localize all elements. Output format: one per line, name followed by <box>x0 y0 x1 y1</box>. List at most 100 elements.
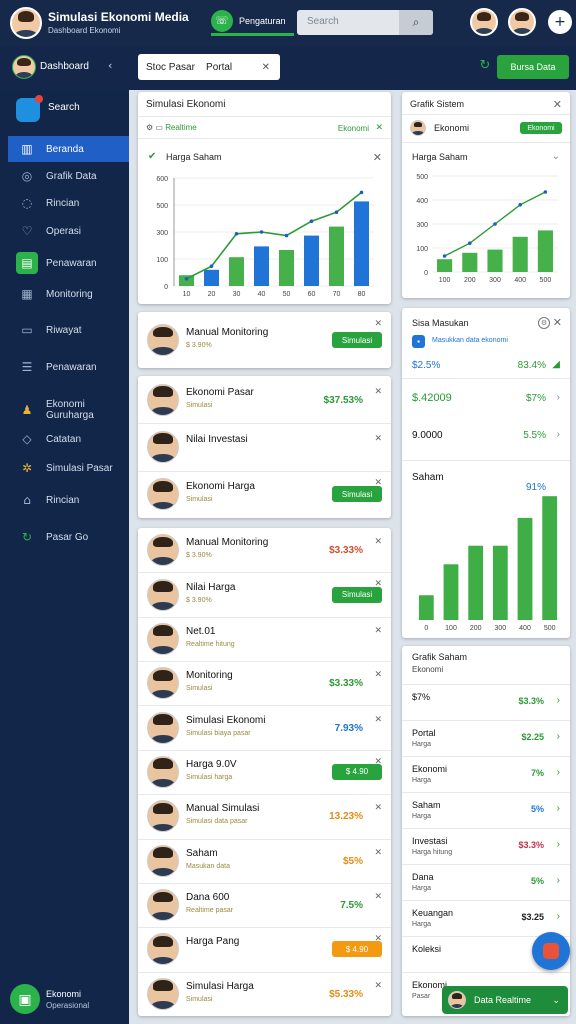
close-icon[interactable]: ✕ <box>374 933 382 944</box>
settings-icon[interactable]: ⚙ <box>538 317 550 329</box>
close-icon[interactable]: ✕ <box>373 151 382 164</box>
list-item[interactable]: Net.01 Realtime hitung ✕ <box>138 616 391 661</box>
close-icon[interactable]: ✕ <box>374 578 382 589</box>
list-item[interactable]: Simulasi Ekonomi Simulasi biaya pasar 7.93… <box>138 705 391 749</box>
sidebar-item-operasi[interactable]: ♡ Operasi <box>8 218 129 244</box>
close-icon[interactable]: ✕ <box>375 122 383 133</box>
sidebar-item-beranda[interactable]: ▥ Beranda <box>8 136 129 162</box>
list-item[interactable]: Dana Harga 5% › <box>402 864 570 900</box>
chevron-right-icon[interactable]: › <box>557 911 560 922</box>
sidebar-item-monitoring[interactable]: ▦ Monitoring <box>8 281 129 307</box>
chevron-left-icon[interactable]: ‹ <box>108 59 112 72</box>
close-icon[interactable]: ✕ <box>374 433 382 444</box>
chevron-right-icon[interactable]: › <box>557 875 560 886</box>
close-icon[interactable]: ✕ <box>374 847 382 858</box>
person-value: $5.33% <box>329 988 363 1000</box>
action-button[interactable]: Simulasi <box>332 332 382 348</box>
filter-select[interactable]: Stoc Pasar Portal ✕ <box>138 54 280 80</box>
close-icon[interactable]: ✕ <box>262 62 270 73</box>
refresh-icon[interactable]: ↻ <box>478 58 492 73</box>
list-item[interactable]: Portal Harga $2.25 › <box>402 720 570 756</box>
close-icon[interactable]: ✕ <box>374 980 382 991</box>
summary-bar-chart: 0 100 200 300 400 500 <box>418 496 558 632</box>
right-chart-title: Grafik Sistem <box>410 99 465 109</box>
close-icon[interactable]: ✕ <box>374 536 382 547</box>
sidebar-item-penawaran-2[interactable]: ☰ Penawaran <box>8 354 129 380</box>
sidebar-item-riwayat[interactable]: ▭ Riwayat <box>8 317 129 343</box>
y-tick-label: 100 <box>156 257 168 264</box>
row-sub: Harga <box>412 741 432 748</box>
sidebar-item-ekonomi[interactable]: ♟ Ekonomi Guruharga <box>8 395 129 425</box>
list-item[interactable]: Investasi Harga hitung $3.3% › <box>402 828 570 864</box>
chevron-right-icon[interactable]: › <box>557 392 560 403</box>
list-item[interactable]: Manual Simulasi Simulasi data pasar 13.23%… <box>138 794 391 838</box>
close-icon[interactable]: ✕ <box>374 756 382 767</box>
list-item[interactable]: Harga Pang $ 4.90 ✕ <box>138 927 391 971</box>
list-item[interactable]: Saham Harga 5% › <box>402 792 570 828</box>
sidebar-item-pasar[interactable]: ↻ Pasar Go <box>8 524 129 550</box>
close-icon[interactable]: ✕ <box>374 802 382 813</box>
list-item[interactable]: Ekonomi Harga Simulasi Simulasi ✕ <box>138 470 391 518</box>
action-button[interactable]: Simulasi <box>332 486 382 503</box>
chevron-right-icon[interactable]: › <box>557 731 560 742</box>
sidebar-item-catatan[interactable]: ◇ Catatan <box>8 426 129 452</box>
list-item[interactable]: Ekonomi Harga 7% › <box>402 756 570 792</box>
list-item[interactable]: Manual Monitoring $ 3.90% Simulasi ✕ <box>138 312 391 368</box>
close-icon[interactable]: ✕ <box>374 891 382 902</box>
badge-button[interactable]: Ekonomi <box>520 122 562 134</box>
sidebar-item-rincian[interactable]: ◌ Rincian <box>8 190 129 216</box>
user-avatar-2[interactable] <box>508 8 536 36</box>
close-icon[interactable]: ✕ <box>374 625 382 636</box>
close-icon[interactable]: ✕ <box>374 714 382 725</box>
chevron-right-icon[interactable]: › <box>557 429 560 440</box>
close-icon[interactable]: ✕ <box>553 316 562 329</box>
close-icon[interactable]: ✕ <box>553 98 562 111</box>
sidebar-logo[interactable] <box>16 95 43 122</box>
sidebar-item-rincian-2[interactable]: ⌂ Rincian <box>8 487 129 513</box>
close-icon[interactable]: ✕ <box>374 318 382 329</box>
chevron-right-icon[interactable]: › <box>557 695 560 706</box>
chevron-right-icon[interactable]: › <box>557 803 560 814</box>
subbar-avatar[interactable] <box>12 55 36 79</box>
sidebar-item-search[interactable]: Search <box>48 102 80 113</box>
list-item[interactable]: Keuangan Harga $3.25 › <box>402 900 570 936</box>
chart-card-filter[interactable]: Ekonomi <box>338 124 369 133</box>
divider <box>138 138 391 139</box>
close-icon[interactable]: ✕ <box>374 386 382 397</box>
sidebar-footer-icon[interactable]: ▣ <box>10 984 40 1014</box>
sidebar-item-penawaran[interactable]: ▤ Penawaran <box>8 250 129 276</box>
chevron-right-icon[interactable]: › <box>557 839 560 850</box>
bursa-data-button[interactable]: Bursa Data <box>497 55 569 79</box>
sidebar-item-grafik[interactable]: ◎ Grafik Data <box>8 163 129 189</box>
fab-button[interactable] <box>532 932 570 970</box>
list-item[interactable]: Monitoring Simulasi $3.33% ✕ <box>138 661 391 705</box>
list-item[interactable]: Nilai Investasi ✕ <box>138 423 391 470</box>
close-icon[interactable]: ✕ <box>374 477 382 488</box>
search-icon[interactable]: ⌕ <box>399 10 433 35</box>
list-item[interactable]: Harga 9.0V Simulasi harga $ 4.90 ✕ <box>138 749 391 794</box>
toast[interactable]: Data Realtime ⌄ <box>442 986 568 1014</box>
user-avatar-1[interactable] <box>470 8 498 36</box>
chevron-right-icon[interactable]: › <box>557 767 560 778</box>
profile-avatar[interactable] <box>10 7 42 39</box>
x-tick-label: 500 <box>544 625 556 632</box>
list-item[interactable]: Manual Monitoring $ 3.90% $3.33% ✕ <box>138 528 391 572</box>
divider <box>402 378 570 379</box>
list-item[interactable]: $7% $3.3% › <box>402 684 570 720</box>
list-item[interactable]: Simulasi Harga Simulasi $5.33% ✕ <box>138 971 391 1016</box>
list-item[interactable]: Nilai Harga $ 3.90% Simulasi ✕ <box>138 572 391 616</box>
list-item[interactable]: Dana 600 Realtime pasar 7.5% ✕ <box>138 882 391 927</box>
bar <box>279 250 294 286</box>
tab-settings[interactable]: ☏ Pengaturan <box>211 8 294 36</box>
add-icon[interactable]: + <box>548 10 572 34</box>
list-item[interactable]: Saham Masukan data $5% ✕ <box>138 838 391 883</box>
list-item[interactable]: Ekonomi Pasar Simulasi $37.53% ✕ <box>138 376 391 423</box>
summary-value-1: $7% <box>525 393 546 404</box>
search-input[interactable]: Search ⌕ <box>297 10 433 35</box>
chevron-down-icon[interactable]: ⌄ <box>552 151 560 162</box>
bar <box>437 259 453 272</box>
close-icon[interactable]: ✕ <box>374 669 382 680</box>
sidebar-item-simulasi[interactable]: ✲ Simulasi Pasar <box>8 455 129 481</box>
y-tick-label: 100 <box>416 246 428 253</box>
bar <box>304 235 319 286</box>
